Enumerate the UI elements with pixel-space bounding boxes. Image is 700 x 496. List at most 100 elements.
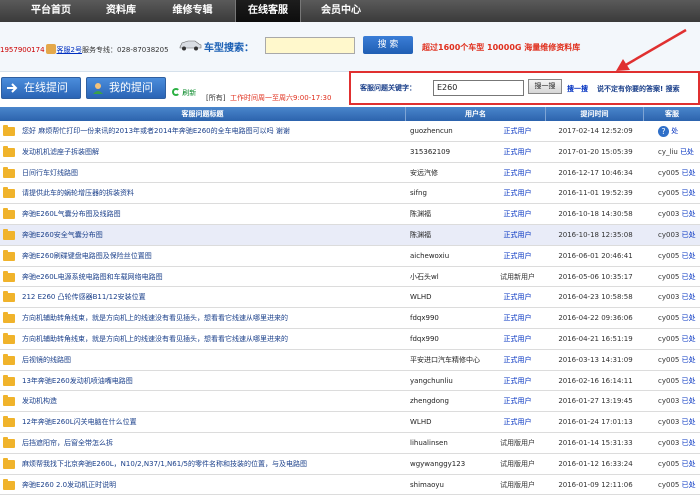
folder-icon — [3, 145, 15, 157]
service-code: 1957900174 — [0, 46, 45, 54]
table-row[interactable]: 后挡遮阳帘，后窗全带怎么拆 lihualinsen 试用版用户 2016-01-14 … — [0, 433, 700, 454]
table-row[interactable]: 发动机机滤座子拆装图解 315362109 正式用户 2017-01-20 15:05… — [0, 142, 700, 163]
table-row[interactable]: 发动机构造 zhengdong 正式用户 2016-01-27 13:19:45 cy0… — [0, 391, 700, 413]
folder-icon — [3, 291, 15, 303]
table-row[interactable]: 212 E260 凸轮传感器B11/12安装位置 WLHD 正式用户 2016-04-… — [0, 287, 700, 309]
status-label[interactable]: 已处 — [682, 293, 696, 301]
nav-item-library[interactable]: 资料库 — [95, 0, 147, 22]
status-label[interactable]: 已处 — [682, 481, 696, 489]
question-title-link[interactable]: 麻烦帮我找下北京奔驰E260L，N10/2,N37/1,N61/5的零件名称和技… — [22, 454, 402, 475]
table-row[interactable]: 奔驰E260安全气囊分布图 陈渊福 正式用户 2016-10-18 12:35:08 c… — [0, 224, 700, 246]
car-search-button[interactable]: 搜 索 — [363, 36, 413, 54]
service-status: cy005 已处 — [658, 329, 700, 350]
car-search-input[interactable] — [265, 37, 355, 54]
service-status: ? 处 — [658, 121, 700, 142]
service-link[interactable]: 客服2号 — [57, 46, 82, 54]
status-label[interactable]: 已处 — [682, 356, 696, 364]
status-label[interactable]: 处 — [671, 127, 678, 135]
status-label[interactable]: 已处 — [682, 252, 696, 260]
question-title-link[interactable]: 请提供此车的蜗轮增压器的拆装资料 — [22, 183, 402, 204]
question-title-link[interactable]: 奔驰E260 2.0发动机正时说明 — [22, 475, 402, 496]
nav-item-home[interactable]: 平台首页 — [20, 0, 82, 22]
nav-item-online-service[interactable]: 在线客服 — [235, 0, 301, 22]
my-question-label: 我的提问 — [109, 81, 153, 94]
service-phone: 服务专线：028-87038205 — [82, 46, 169, 54]
question-title-link[interactable]: 奔驰E260安全气囊分布图 — [22, 225, 402, 246]
table-row[interactable]: 奔驰e260L电源系统电路图和车载网络电路图 小石头wl 试用新用户 2016-05-… — [0, 267, 700, 288]
status-label[interactable]: 已处 — [682, 335, 696, 343]
service-status: cy005 已处 — [658, 308, 700, 329]
question-title-link[interactable]: 日间行车灯线路图 — [22, 163, 402, 184]
question-title-link[interactable]: 发动机机滤座子拆装图解 — [22, 142, 402, 163]
table-row[interactable]: 请提供此车的蜗轮增压器的拆装资料 sifng 正式用户 2016-11-01 19:5… — [0, 183, 700, 205]
table-row[interactable]: 13年奔驰E260发动机喷油嘴电路图 yangchunliu 正式用户 2016-02… — [0, 371, 700, 392]
question-title-link[interactable]: 13年奔驰E260发动机喷油嘴电路图 — [22, 371, 402, 392]
ad-banner-text: 超过1600个车型 10000G 海量维修资料库 — [422, 43, 581, 52]
keyword-search-link[interactable]: 搜一搜 — [567, 84, 588, 94]
status-label[interactable]: 已处 — [682, 210, 696, 218]
question-title-link[interactable]: 奔驰E260L气囊分布图及线路图 — [22, 204, 402, 225]
question-title-link[interactable]: 您好 麻烦帮忙打印一份来讯的2013年或者2014年奔驰E260的全车电路图可以… — [22, 121, 402, 142]
status-label[interactable]: 已处 — [682, 169, 696, 177]
online-question-button[interactable]: 在线提问 — [1, 77, 81, 99]
user-type: 正式用户 — [503, 230, 532, 239]
question-username: 小石头wl — [410, 272, 439, 281]
status-label[interactable]: 已处 — [682, 231, 696, 239]
question-title-link[interactable]: 方向机辅助转角线束，就是方向机上的线速没有看见插头，想看看它线速从哪里进来的 — [22, 308, 402, 329]
status-user: cy_liu — [658, 147, 678, 156]
table-row[interactable]: 您好 麻烦帮忙打印一份来讯的2013年或者2014年奔驰E260的全车电路图可以… — [0, 121, 700, 142]
nav-item-member-center[interactable]: 会员中心 — [310, 0, 372, 22]
user-type: 正式用户 — [503, 397, 532, 406]
refresh-label: 刷新 — [182, 89, 197, 97]
status-label[interactable]: 已处 — [682, 273, 696, 281]
question-title-link[interactable]: 奔驰E260刷碟键盘电路图及保险丝位置图 — [22, 246, 402, 267]
user-type: 正式用户 — [503, 293, 532, 302]
table-row[interactable]: 方向机辅助转角线束，就是方向机上的线速没有看见插头，想看看它线速从哪里进来的 fd… — [0, 329, 700, 350]
question-time: 2016-01-14 15:31:33 — [558, 438, 633, 447]
table-row[interactable]: 12年奔驰E260L闪关电脑在什么位置 WLHD 正式用户 2016-01-24 17… — [0, 412, 700, 433]
my-question-button[interactable]: 我的提问 — [86, 77, 166, 99]
question-title-link[interactable]: 方向机辅助转角线束，就是方向机上的线速没有看见插头，想看看它线速从哪里进来的 — [22, 329, 402, 350]
folder-icon — [3, 353, 15, 365]
status-label[interactable]: 已处 — [682, 439, 696, 447]
online-question-label: 在线提问 — [24, 81, 68, 94]
folder-icon — [3, 478, 15, 490]
service-status: cy005 已处 — [658, 371, 700, 392]
nav-item-repair-album[interactable]: 维修专辑 — [160, 0, 225, 22]
question-title-link[interactable]: 后挡遮阳帘，后窗全带怎么拆 — [22, 433, 402, 454]
table-row[interactable]: 麻烦帮我找下北京奔驰E260L，N10/2,N37/1,N61/5的零件名称和技… — [0, 454, 700, 475]
table-row[interactable]: 日间行车灯线路图 安远汽修 正式用户 2016-12-17 10:46:34 cy005… — [0, 163, 700, 184]
status-label[interactable]: 已处 — [682, 418, 696, 426]
question-username: 陈渊福 — [410, 210, 431, 219]
filter-all[interactable]: [所有] — [206, 93, 225, 103]
status-label[interactable]: 已处 — [682, 397, 696, 405]
question-title-link[interactable]: 212 E260 凸轮传感器B11/12安装位置 — [22, 287, 402, 308]
user-type: 正式用户 — [503, 147, 532, 156]
question-time: 2017-02-14 12:52:09 — [558, 127, 633, 135]
service-status: cy_liu 已处 — [658, 142, 700, 163]
question-title-link[interactable]: 后视镜的线路图 — [22, 350, 402, 371]
question-username: 315362109 — [410, 147, 451, 156]
status-label[interactable]: 已处 — [682, 314, 696, 322]
service-avatar-icon — [45, 44, 56, 54]
table-row[interactable]: 后视镜的线路图 平安进口汽车精修中心 正式用户 2016-03-13 14:31:09… — [0, 350, 700, 371]
table-row[interactable]: 方向机辅助转角线束，就是方向机上的线速没有看见插头，想看看它线速从哪里进来的 fd… — [0, 308, 700, 329]
table-row[interactable]: 奔驰E260L气囊分布图及线路图 陈渊福 正式用户 2016-10-18 14:30:… — [0, 204, 700, 225]
table-row[interactable]: 奔驰E260 2.0发动机正时说明 shimaoyu 试用版用户 2016-01-09… — [0, 475, 700, 496]
question-title-link[interactable]: 奔驰e260L电源系统电路图和车载网络电路图 — [22, 267, 402, 288]
folder-icon — [3, 208, 15, 220]
car-search-label: 车型搜索： — [204, 43, 254, 54]
table-row[interactable]: 奔驰E260刷碟键盘电路图及保险丝位置图 aichewoxiu 正式用户 2016-0… — [0, 246, 700, 267]
status-label[interactable]: 已处 — [682, 189, 696, 197]
folder-icon — [3, 228, 15, 240]
refresh-button[interactable]: 刷新 — [172, 88, 196, 98]
keyword-search-button[interactable]: 搜一搜 — [528, 79, 562, 94]
status-label[interactable]: 已处 — [680, 148, 694, 156]
keyword-search-input[interactable]: E260 — [433, 80, 524, 96]
question-title-link[interactable]: 12年奔驰E260L闪关电脑在什么位置 — [22, 412, 402, 433]
question-title-link[interactable]: 发动机构造 — [22, 391, 402, 412]
keyword-search-hint: 说不定有你要的答案! 搜索 — [597, 85, 680, 93]
table-header: 客服问题标题 用户名 提问时间 客服 — [0, 107, 700, 121]
status-label[interactable]: 已处 — [682, 460, 696, 468]
status-label[interactable]: 已处 — [682, 377, 696, 385]
